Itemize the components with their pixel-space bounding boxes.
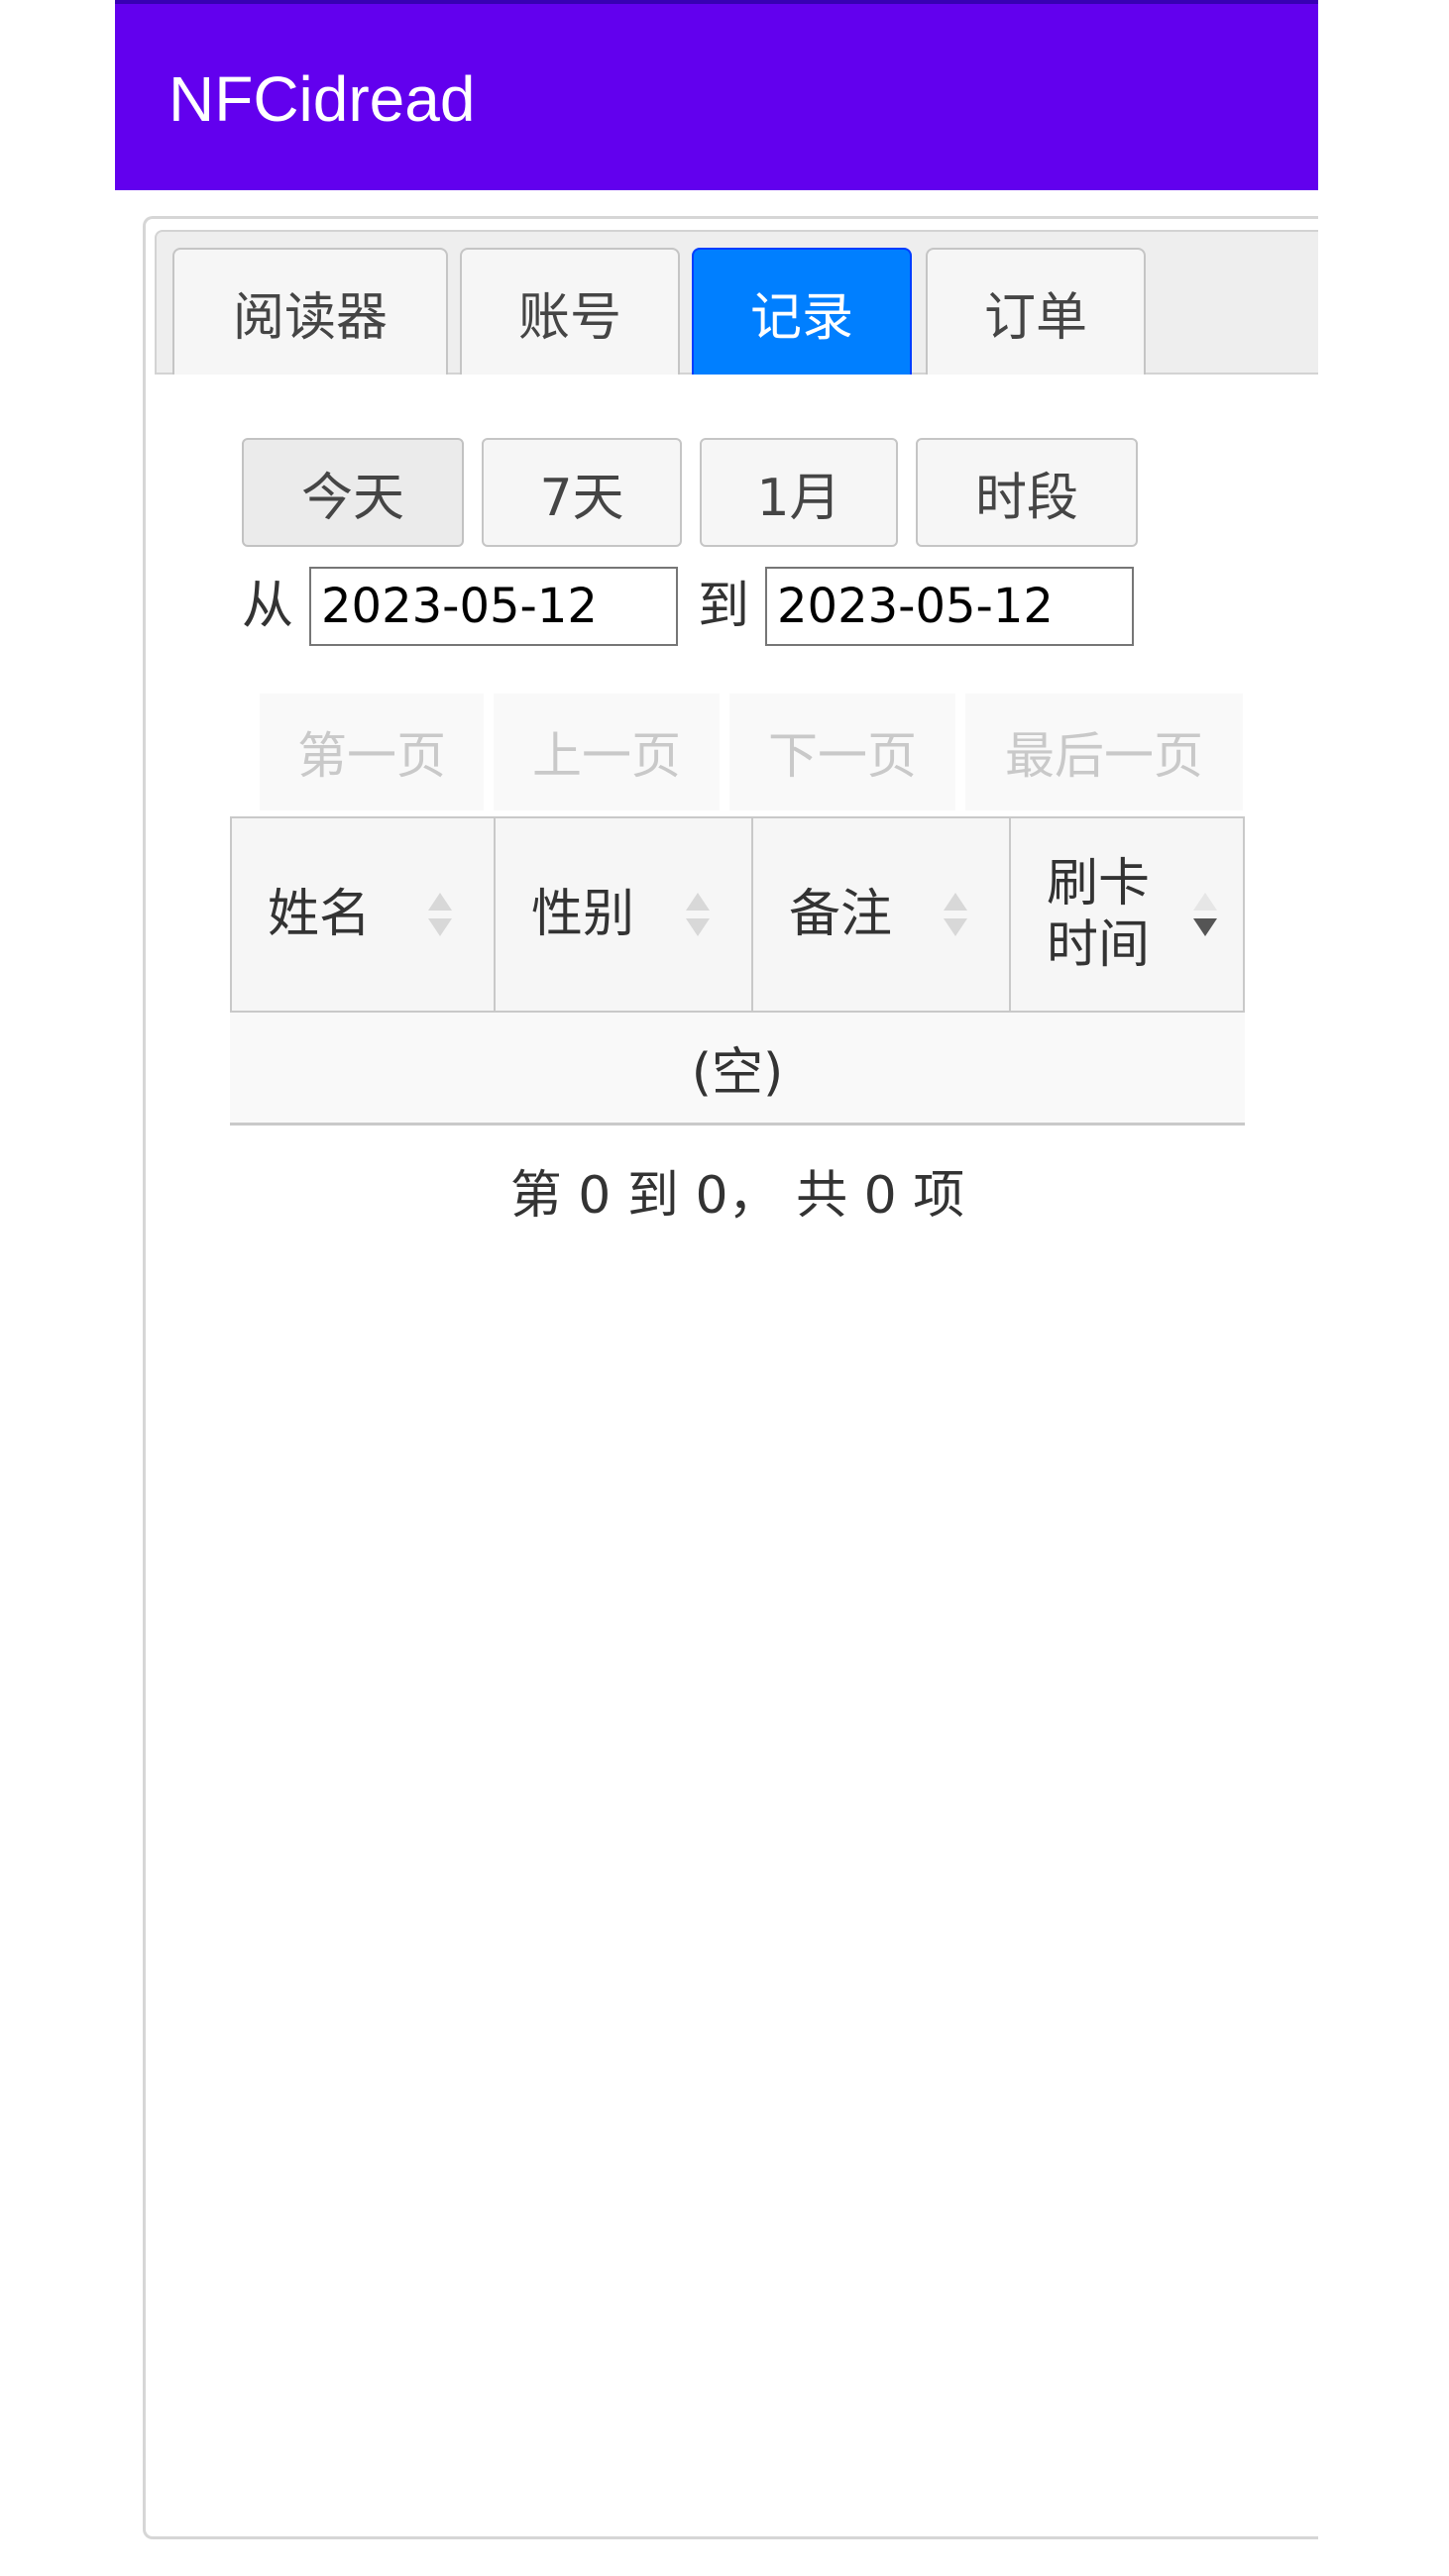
column-header-name[interactable]: 姓名 [232, 818, 496, 1011]
first-page-button[interactable]: 第一页 [260, 694, 484, 810]
column-label-note: 备注 [789, 885, 893, 944]
column-header-gender[interactable]: 性别 [496, 818, 753, 1011]
tab-reader[interactable]: 阅读器 [172, 248, 448, 375]
tab-account[interactable]: 账号 [460, 248, 680, 375]
last-page-button[interactable]: 最后一页 [965, 694, 1243, 810]
tab-records[interactable]: 记录 [692, 248, 912, 375]
tabs-panel [143, 216, 1318, 2539]
column-label-gender: 性别 [531, 885, 635, 944]
previous-page-button[interactable]: 上一页 [494, 694, 720, 810]
one-month-button[interactable]: 1月 [700, 438, 898, 547]
column-header-swipe-time[interactable]: 刷卡 时间 [1011, 818, 1243, 1011]
to-label: 到 [698, 577, 750, 636]
seven-days-button[interactable]: 7天 [482, 438, 682, 547]
from-date-input[interactable] [309, 567, 678, 646]
tab-orders[interactable]: 订单 [926, 248, 1146, 375]
app-bar: NFCidread [115, 0, 1318, 190]
sort-both-icon [944, 893, 967, 936]
today-button[interactable]: 今天 [242, 438, 464, 547]
table-empty-row: (空) [230, 1013, 1245, 1126]
app-title: NFCidread [168, 63, 476, 135]
column-label-name: 姓名 [268, 885, 372, 944]
column-label-swipe-time: 刷卡 时间 [1047, 854, 1151, 975]
sort-both-icon [686, 893, 710, 936]
table-info: 第 0 到 0， 共 0 项 [509, 1166, 965, 1226]
next-page-button[interactable]: 下一页 [729, 694, 955, 810]
to-date-input[interactable] [765, 567, 1134, 646]
column-header-note[interactable]: 备注 [753, 818, 1011, 1011]
sort-both-icon [428, 893, 452, 936]
time-range-button[interactable]: 时段 [916, 438, 1138, 547]
from-label: 从 [242, 577, 294, 636]
sort-descending-icon [1193, 893, 1217, 936]
table-header: 姓名 性别 备注 刷卡 时间 [230, 816, 1245, 1013]
